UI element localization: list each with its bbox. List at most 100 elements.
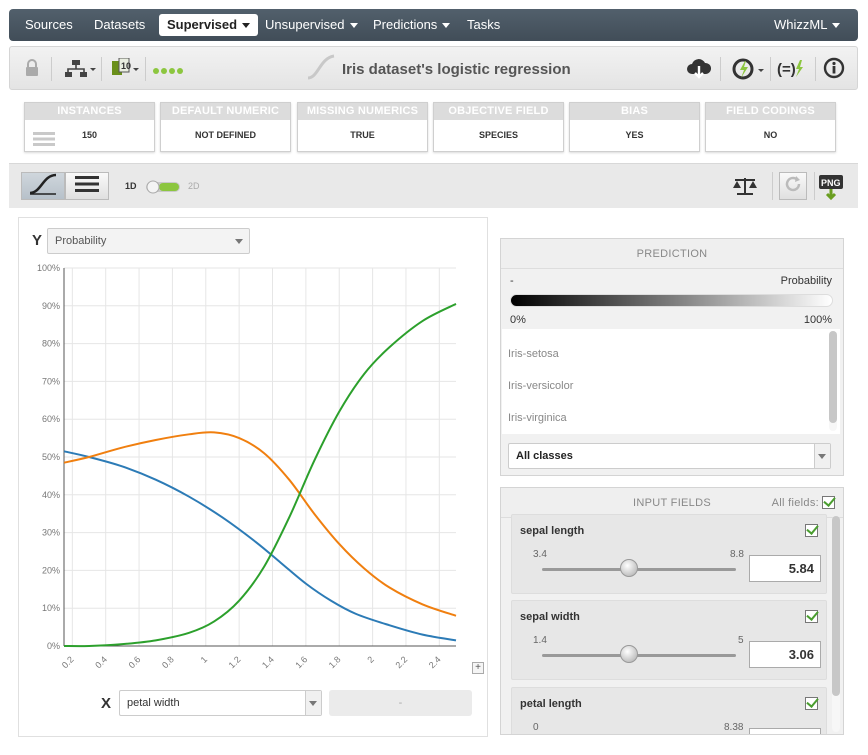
secondary-x-field[interactable]: - [329,690,472,716]
field-card-sepal-length: sepal length 3.4 8.8 5.84 [511,514,827,594]
list-item[interactable]: Iris-versicolor [508,380,573,392]
model-title-text: Iris dataset's logistic regression [342,60,571,78]
info-box-label: BIAS [570,103,699,120]
nav-predictions[interactable]: Predictions [373,9,451,41]
x-tick-label: 1.2 [227,654,243,670]
y-tick-label: 20% [42,565,60,575]
nav-predictions-label: Predictions [373,17,438,32]
class-select[interactable]: All classes [508,443,831,469]
input-fields-scrollbar[interactable] [832,516,840,732]
top-navigation: Sources Datasets Supervised Unsupervised… [9,9,858,41]
nav-supervised-label: Supervised [167,17,238,32]
nav-datasets[interactable]: Datasets [94,9,145,41]
probability-gradient-bar [510,294,833,307]
field-slider-knob[interactable] [620,559,639,577]
series-line-1 [63,431,457,617]
y-tick-label: 30% [42,528,60,538]
chart-view-button[interactable] [21,172,65,200]
field-card-petal-length: petal length 0 8.38 [511,687,827,734]
toolbar-divider [101,57,102,81]
field-value-input[interactable]: 5.84 [749,555,821,582]
svg-text:PNG: PNG [821,178,841,188]
user-menu-label: WhizzML [774,17,828,32]
info-icon[interactable] [823,57,845,79]
chart-grid [64,267,456,647]
class-list-scrollbar[interactable] [829,331,837,431]
info-box-instances: INSTANCES 150 [24,102,155,152]
cloud-download-icon[interactable] [686,57,712,81]
scale-min-label: 0% [510,314,526,326]
y-tick-label: 50% [42,452,60,462]
nav-sources[interactable]: Sources [25,9,73,41]
x-axis-select[interactable]: petal width [119,690,322,716]
user-menu[interactable]: WhizzML [774,9,841,41]
dots-icon[interactable] [152,67,186,75]
chevron-down-icon [349,23,358,29]
chevron-down-icon [242,23,251,29]
list-item[interactable]: Iris-setosa [508,348,559,360]
info-box-value: NO [763,130,778,140]
png-download-icon[interactable]: PNG [818,173,846,206]
refresh-button[interactable] [779,172,807,200]
lock-icon[interactable] [25,59,39,77]
field-max: 8.38 [724,722,744,733]
prediction-right-label: Probability [780,275,832,287]
tree-icon[interactable] [64,59,96,79]
info-box-label: OBJECTIVE FIELD [434,103,563,120]
logistic-curve-icon [306,54,336,85]
chevron-down-icon [442,23,451,29]
info-box-value-text: 150 [81,130,98,140]
y-tick-label: 60% [42,414,60,424]
toolbar-divider [145,57,146,81]
actions-icon[interactable] [731,57,765,81]
info-box-default-numeric: DEFAULT NUMERIC NOT DEFINED [160,102,291,152]
field-checkbox[interactable] [805,610,818,623]
y-axis-select[interactable]: Probability [47,228,250,254]
list-item[interactable]: Iris-virginica [508,412,567,424]
dimension-toggle[interactable] [145,180,181,199]
toggle-1d-label[interactable]: 1D [125,181,137,191]
info-box-label: MISSING NUMERICS [298,103,427,120]
field-slider-track[interactable] [542,568,736,571]
x-tick-label: 2 [365,654,376,665]
nav-tasks[interactable]: Tasks [467,9,500,41]
scale-max-label: 100% [803,314,832,326]
info-box-value: YES [625,130,644,140]
field-value-input[interactable] [749,728,821,734]
field-slider-track[interactable] [542,654,736,657]
chevron-down-icon [309,701,317,706]
x-tick-label: 1.8 [327,654,343,670]
info-box-value: 150 [25,120,154,151]
chart-axes: 0% 10% 20% 30% 40% 50% 60% 70% 80% 90% 100% 0.2 0.4 0… [37,263,456,670]
toolbar-divider [815,57,816,81]
field-slider-knob[interactable] [620,645,639,663]
field-card-sepal-width: sepal width 1.4 5 3.06 [511,600,827,680]
svg-text:10: 10 [121,61,131,71]
series-line-0 [63,450,457,642]
x-tick-label: 1 [199,654,210,665]
all-fields-checkbox[interactable] [822,496,835,509]
x-axis-select-value: petal width [127,697,180,709]
info-box-objective-field: OBJECTIVE FIELD SPECIES [433,102,564,152]
table-view-button[interactable] [65,172,109,200]
nav-unsupervised[interactable]: Unsupervised [265,9,358,41]
chart-panel: Y Probability 0% 10% 20% 30% 40% 50% 60% 70% 80%… [18,217,488,737]
field-checkbox[interactable] [805,697,818,710]
expand-button[interactable]: + [472,662,484,674]
field-checkbox[interactable] [805,524,818,537]
y-axis-label: Y [32,232,43,249]
x-tick-label: 0.6 [127,654,143,670]
field-value-input[interactable]: 3.06 [749,641,821,668]
formula-icon[interactable]: (=) [777,57,811,81]
y-tick-label: 70% [42,376,60,386]
y-tick-label: 90% [42,301,60,311]
field-min: 0 [533,722,539,733]
chevron-down-icon [235,239,243,244]
nav-unsupervised-label: Unsupervised [265,17,345,32]
filter-icon[interactable]: 10 [111,58,141,80]
toggle-2d-label[interactable]: 2D [188,181,200,191]
x-tick-label: 2.4 [427,654,443,670]
y-tick-label: 100% [37,263,60,273]
nav-supervised[interactable]: Supervised [159,14,259,36]
scale-balance-icon[interactable] [732,175,758,202]
